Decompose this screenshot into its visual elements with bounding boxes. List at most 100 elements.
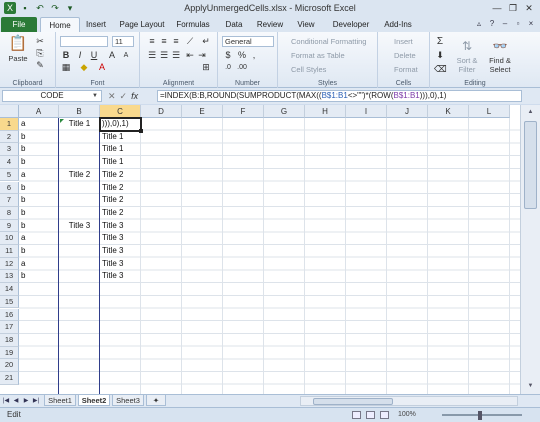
cell-styles-button[interactable]: Cell Styles <box>291 65 326 74</box>
grow-font-icon[interactable]: A <box>106 50 118 61</box>
tab-formulas[interactable]: Formulas <box>172 17 214 32</box>
cell-a1[interactable]: a <box>19 118 59 131</box>
column-header-h[interactable]: H <box>305 105 346 118</box>
zoom-slider[interactable] <box>442 414 522 416</box>
cell-a9[interactable]: b <box>19 220 59 233</box>
row-header-17[interactable]: 17 <box>0 321 19 334</box>
tab-insert[interactable]: Insert <box>80 17 112 32</box>
italic-button[interactable]: I <box>74 50 86 61</box>
first-sheet-icon[interactable]: |◀ <box>2 396 10 406</box>
sheet-tab-sheet1[interactable]: Sheet1 <box>44 395 76 406</box>
zoom-level[interactable]: 100% <box>398 411 416 418</box>
cell-c9[interactable]: Title 3 <box>100 220 141 233</box>
cell-a5[interactable]: a <box>19 169 59 182</box>
column-header-b[interactable]: B <box>59 105 100 118</box>
hscroll-thumb[interactable] <box>313 398 393 405</box>
fill-color-icon[interactable]: ◆ <box>78 62 90 73</box>
orientation-icon[interactable]: ⟋ <box>184 36 196 47</box>
row-header-5[interactable]: 5 <box>0 168 19 182</box>
increase-indent-icon[interactable]: ⇥ <box>196 50 208 61</box>
increase-decimal-icon[interactable]: .0 <box>222 62 234 73</box>
help-icon[interactable]: ? <box>487 19 497 29</box>
tab-data[interactable]: Data <box>220 17 248 32</box>
page-layout-view-icon[interactable] <box>366 411 375 419</box>
row-header-19[interactable]: 19 <box>0 346 19 360</box>
align-top-icon[interactable]: ≡ <box>146 36 158 47</box>
cell-c4[interactable]: Title 1 <box>100 156 141 169</box>
cell-a10[interactable]: a <box>19 232 59 245</box>
fill-icon[interactable]: ⬇ <box>434 50 446 61</box>
row-header-14[interactable]: 14 <box>0 283 19 296</box>
cell-c3[interactable]: Title 1 <box>100 143 141 156</box>
align-right-icon[interactable]: ☰ <box>170 50 182 61</box>
percent-button[interactable]: % <box>236 50 248 61</box>
tab-developer[interactable]: Developer <box>328 17 374 32</box>
cell-a12[interactable]: a <box>19 258 59 271</box>
cell-c5[interactable]: Title 2 <box>100 169 141 182</box>
underline-button[interactable]: U <box>88 50 100 61</box>
borders-icon[interactable]: ▦ <box>60 62 72 73</box>
align-middle-icon[interactable]: ≡ <box>158 36 170 47</box>
sort-filter-button[interactable]: ⇅ Sort & Filter <box>452 36 482 74</box>
cell-c8[interactable]: Title 2 <box>100 207 141 220</box>
tab-page-layout[interactable]: Page Layout <box>116 17 168 32</box>
cell-c1[interactable]: ))),0),1) <box>100 118 141 131</box>
row-header-2[interactable]: 2 <box>0 130 19 144</box>
align-left-icon[interactable]: ☰ <box>146 50 158 61</box>
cell-a7[interactable]: b <box>19 194 59 207</box>
conditional-formatting-button[interactable]: Conditional Formatting <box>291 37 366 46</box>
scroll-down-icon[interactable]: ▼ <box>524 381 537 392</box>
scroll-thumb[interactable] <box>524 121 537 209</box>
row-header-15[interactable]: 15 <box>0 295 19 309</box>
cell-c10[interactable]: Title 3 <box>100 232 141 245</box>
paste-button[interactable]: 📋 Paste <box>4 34 32 63</box>
cell-b9[interactable]: Title 3 <box>59 220 100 233</box>
tab-file[interactable]: File <box>1 17 37 32</box>
row-header-1[interactable]: 1 <box>0 118 19 131</box>
column-header-k[interactable]: K <box>428 105 469 118</box>
row-header-3[interactable]: 3 <box>0 143 19 157</box>
formula-input[interactable]: =INDEX(B:B,ROUND(SUMPRODUCT(MAX((B$1:B1<… <box>157 90 522 102</box>
zoom-slider-knob[interactable] <box>478 411 482 420</box>
cell-c11[interactable]: Title 3 <box>100 245 141 258</box>
row-header-21[interactable]: 21 <box>0 372 19 385</box>
minimize-workbook-icon[interactable]: – <box>500 19 510 29</box>
cell-b5[interactable]: Title 2 <box>59 169 100 182</box>
cell-a6[interactable]: b <box>19 182 59 195</box>
cell-a2[interactable]: b <box>19 131 59 144</box>
tab-add-ins[interactable]: Add-Ins <box>380 17 416 32</box>
insert-sheet-icon[interactable]: ✦ <box>146 395 166 406</box>
cell-a11[interactable]: b <box>19 245 59 258</box>
row-header-9[interactable]: 9 <box>0 219 19 233</box>
row-header-8[interactable]: 8 <box>0 206 19 220</box>
row-header-18[interactable]: 18 <box>0 333 19 347</box>
row-header-10[interactable]: 10 <box>0 232 19 245</box>
delete-cells-button[interactable]: Delete <box>394 51 416 60</box>
insert-function-button[interactable]: fx <box>131 90 138 102</box>
cell-c12[interactable]: Title 3 <box>100 258 141 271</box>
cell-a4[interactable]: b <box>19 156 59 169</box>
number-format-select[interactable]: General <box>222 36 274 47</box>
horizontal-scrollbar[interactable] <box>300 396 518 406</box>
format-painter-icon[interactable]: ✎ <box>34 60 46 71</box>
column-header-i[interactable]: I <box>346 105 387 118</box>
next-sheet-icon[interactable]: ▶ <box>22 396 30 406</box>
cut-icon[interactable]: ✂ <box>34 36 46 47</box>
clear-icon[interactable]: ⌫ <box>434 64 447 75</box>
row-header-4[interactable]: 4 <box>0 156 19 169</box>
worksheet-grid[interactable]: A B C D E F G H I J K L 1 2 3 4 5 6 7 8 9 10 11 12 13 14 15 16 17 18 1… <box>0 105 520 394</box>
minimize-ribbon-icon[interactable]: ▵ <box>474 19 484 29</box>
cell-c13[interactable]: Title 3 <box>100 270 141 283</box>
cell-b1[interactable]: Title 1 <box>59 118 100 131</box>
comma-button[interactable]: , <box>248 50 260 61</box>
copy-icon[interactable]: ⎘ <box>34 48 46 59</box>
cell-a3[interactable]: b <box>19 143 59 156</box>
autosum-button[interactable]: Σ <box>434 36 446 47</box>
cell-a13[interactable]: b <box>19 270 59 283</box>
align-center-icon[interactable]: ☰ <box>158 50 170 61</box>
column-header-e[interactable]: E <box>182 105 223 118</box>
name-box[interactable]: CODE <box>2 90 102 102</box>
row-header-11[interactable]: 11 <box>0 245 19 258</box>
tab-view[interactable]: View <box>292 17 320 32</box>
enter-formula-button[interactable]: ✓ <box>120 90 128 102</box>
